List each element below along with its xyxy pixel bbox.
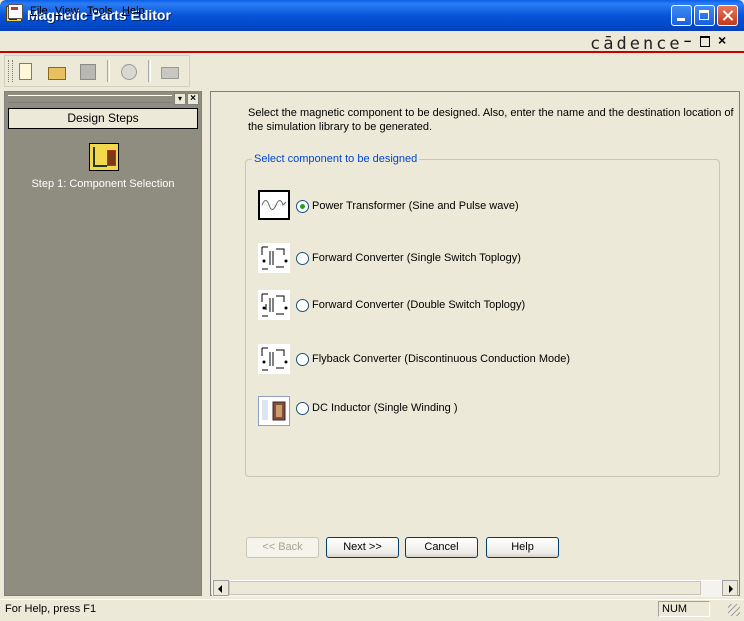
open-folder-icon[interactable]	[45, 60, 67, 82]
help-button[interactable]: Help	[486, 537, 559, 558]
option-forward-single-label[interactable]: Forward Converter (Single Switch Toplogy…	[312, 252, 521, 264]
num-lock-label: NUM	[662, 603, 688, 615]
new-document-icon[interactable]	[14, 60, 36, 82]
toolbar-separator	[148, 60, 151, 82]
flyback-converter-schematic-icon[interactable]	[258, 344, 290, 374]
forward-converter-schematic-icon[interactable]	[258, 243, 290, 273]
mdi-minimize-icon[interactable]: –	[684, 33, 691, 48]
pane-splitter[interactable]	[204, 91, 208, 596]
cd-icon[interactable]	[117, 60, 139, 82]
forward-converter-double-schematic-icon[interactable]	[258, 290, 290, 320]
next-button[interactable]: Next >>	[326, 537, 399, 558]
dc-inductor-icon[interactable]	[258, 396, 290, 426]
option-flyback-label[interactable]: Flyback Converter (Discontinuous Conduct…	[312, 353, 570, 365]
option-forward-single-radio[interactable]	[296, 252, 309, 265]
step-1-label[interactable]: Step 1: Component Selection	[8, 178, 198, 190]
status-bar	[0, 599, 744, 621]
scroll-right-icon[interactable]	[722, 580, 738, 596]
option-forward-double-radio[interactable]	[296, 299, 309, 312]
design-steps-header: Design Steps	[8, 108, 198, 129]
option-dc-inductor-label[interactable]: DC Inductor (Single Winding )	[312, 402, 458, 414]
toolbar-grip[interactable]	[8, 60, 13, 82]
menu-file[interactable]: File	[30, 5, 48, 17]
print-icon[interactable]	[158, 60, 180, 82]
option-forward-double-label[interactable]: Forward Converter (Double Switch Toplogy…	[312, 299, 525, 311]
menu-tools[interactable]: Tools	[87, 5, 113, 17]
document-icon[interactable]	[8, 4, 23, 19]
pane-grip[interactable]	[8, 95, 172, 103]
scrollbar-thumb[interactable]	[229, 581, 701, 595]
option-dc-inductor-radio[interactable]	[296, 402, 309, 415]
mdi-restore-icon[interactable]	[700, 36, 710, 47]
minimize-button[interactable]	[671, 5, 692, 26]
menu-help[interactable]: Help	[122, 5, 145, 17]
pane-dropdown-icon[interactable]: ▾	[174, 93, 186, 105]
component-selection-icon[interactable]	[89, 143, 119, 171]
option-power-transformer-radio[interactable]	[296, 200, 309, 213]
save-disk-icon[interactable]	[76, 60, 98, 82]
cadence-logo: cādence	[590, 34, 683, 54]
menu-view[interactable]: View	[55, 5, 79, 17]
scroll-left-icon[interactable]	[213, 580, 229, 596]
group-title: Select component to be designed	[252, 153, 420, 165]
power-transformer-waveform-icon[interactable]	[258, 190, 290, 220]
pane-close-icon[interactable]: ×	[187, 93, 199, 105]
resize-grip[interactable]	[728, 604, 740, 616]
intro-text: Select the magnetic component to be desi…	[248, 107, 734, 133]
option-flyback-radio[interactable]	[296, 353, 309, 366]
maximize-button[interactable]	[694, 5, 715, 26]
status-help-text: For Help, press F1	[5, 603, 97, 615]
mdi-close-icon[interactable]: ×	[718, 32, 726, 48]
toolbar-separator	[107, 60, 110, 82]
option-power-transformer-label[interactable]: Power Transformer (Sine and Pulse wave)	[312, 200, 519, 212]
back-button[interactable]: << Back	[246, 537, 319, 558]
close-button[interactable]	[717, 5, 738, 26]
cancel-button[interactable]: Cancel	[405, 537, 478, 558]
